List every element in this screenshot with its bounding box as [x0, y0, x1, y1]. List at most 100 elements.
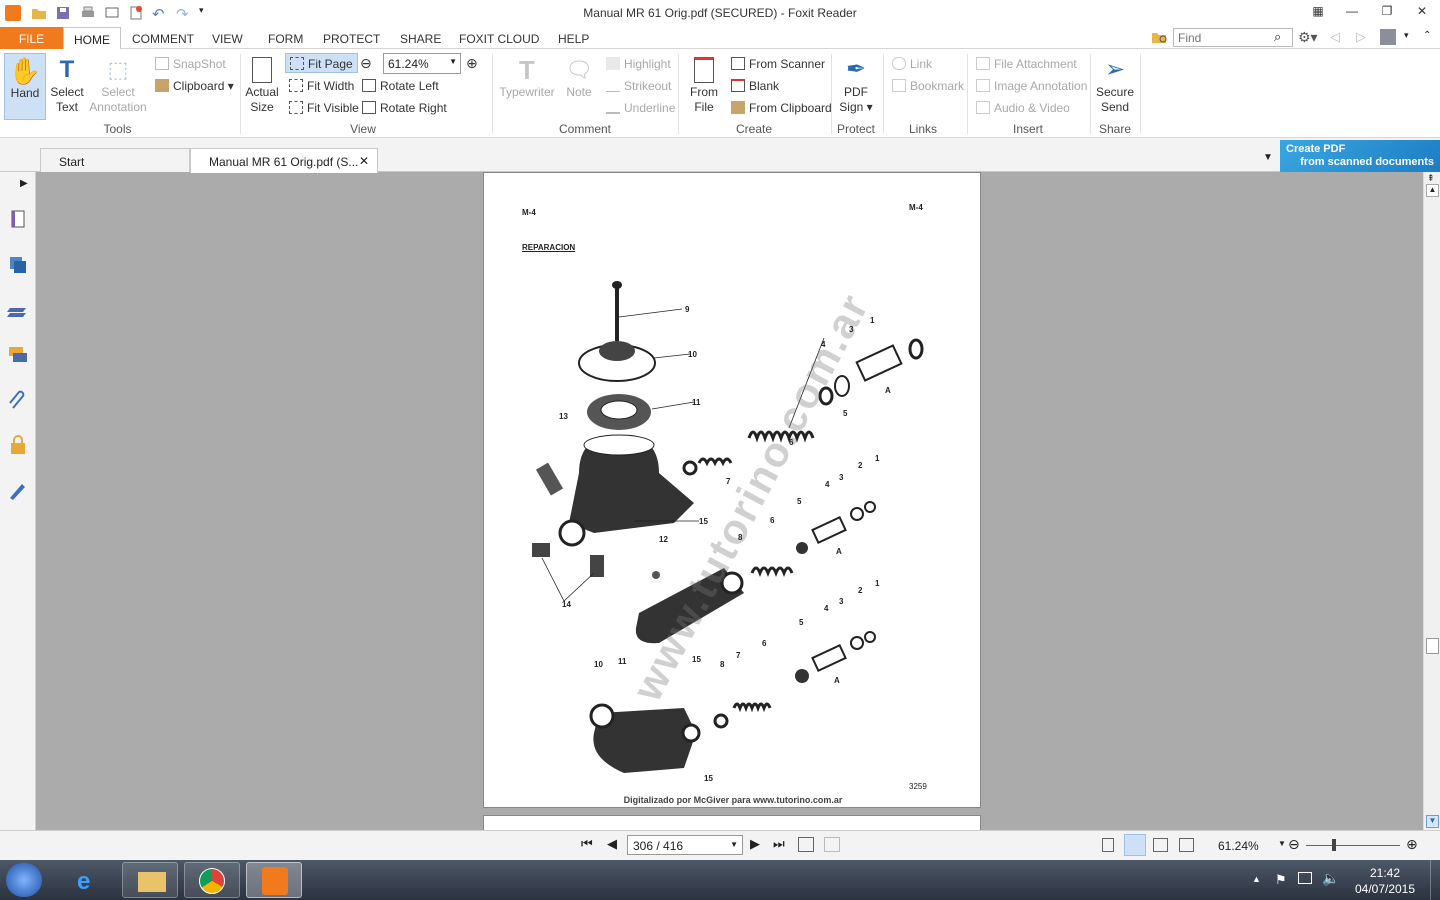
facing-page-icon[interactable]: [1153, 838, 1168, 852]
continuous-page-icon[interactable]: [1124, 834, 1146, 856]
volume-icon[interactable]: 🔈: [1322, 870, 1339, 887]
comments-panel-icon[interactable]: [7, 344, 29, 366]
scroll-down-icon[interactable]: ▼: [1426, 815, 1439, 828]
signature-panel-icon[interactable]: [7, 480, 29, 502]
from-scanner-button[interactable]: From Scanner: [731, 57, 825, 71]
status-zoom-value[interactable]: 61.24%: [1218, 839, 1259, 853]
from-clipboard-button[interactable]: From Clipboard: [731, 101, 832, 115]
audio-video-button[interactable]: Audio & Video: [976, 101, 1070, 115]
network-icon[interactable]: [1298, 872, 1312, 884]
close-tab-icon[interactable]: ✕: [359, 154, 369, 168]
secure-send-button[interactable]: ➢ Secure Send: [1094, 55, 1136, 115]
select-annotation-label-1: Select: [101, 85, 135, 99]
gear-icon[interactable]: ⚙▾: [1298, 29, 1318, 46]
note-button[interactable]: 🗨 Note: [562, 55, 596, 100]
typewriter-button[interactable]: T Typewriter: [498, 55, 556, 100]
actual-size-button[interactable]: Actual Size: [244, 55, 280, 115]
underline-button[interactable]: Underline: [606, 101, 675, 115]
file-attachment-button[interactable]: File Attachment: [976, 57, 1077, 71]
rotate-right-button[interactable]: Rotate Right: [362, 101, 447, 115]
pdf-sign-button[interactable]: ✒ PDF Sign ▾: [836, 55, 876, 115]
user-icon[interactable]: [1380, 29, 1396, 45]
fit-page-button[interactable]: Fit Page: [285, 53, 358, 73]
expand-panel-icon[interactable]: ▶: [20, 178, 42, 200]
attachments-panel-icon[interactable]: [7, 390, 29, 412]
taskbar-internet-explorer[interactable]: e: [62, 862, 118, 898]
status-zoom-out-icon[interactable]: ⊖: [1288, 836, 1300, 853]
single-page-icon[interactable]: [1102, 838, 1114, 852]
tab-share[interactable]: SHARE: [400, 32, 441, 46]
vertical-scrollbar[interactable]: ⇞ ▲ ▼: [1423, 172, 1440, 830]
next-view-icon[interactable]: [824, 837, 840, 852]
pdf-page[interactable]: M-4 M-4 REPARACION www.tutorino.com.ar 3…: [483, 172, 981, 808]
zoom-out-icon[interactable]: ⊖: [360, 55, 372, 72]
taskbar-file-explorer[interactable]: [122, 862, 178, 898]
scroll-thumb[interactable]: [1426, 638, 1439, 654]
tab-comment[interactable]: COMMENT: [132, 32, 194, 46]
bookmarks-panel-icon[interactable]: [7, 300, 29, 322]
zoom-dropdown-icon[interactable]: ▼: [1278, 839, 1286, 848]
previous-page-icon[interactable]: ◀: [607, 836, 617, 852]
next-page-icon[interactable]: ▶: [750, 836, 760, 852]
last-page-icon[interactable]: ⏭: [773, 836, 785, 852]
first-page-icon[interactable]: ⏮: [581, 836, 593, 852]
collapse-ribbon-icon[interactable]: ⌃: [1423, 30, 1431, 41]
zoom-in-icon[interactable]: ⊕: [466, 55, 478, 72]
show-desktop-button[interactable]: [1430, 860, 1440, 900]
highlight-button[interactable]: Highlight: [606, 57, 671, 71]
user-dropdown-icon[interactable]: ▾: [1404, 30, 1409, 41]
show-hidden-icons[interactable]: ▲: [1252, 874, 1261, 884]
document-tab[interactable]: Manual MR 61 Orig.pdf (S... ✕: [190, 148, 378, 173]
tab-protect[interactable]: PROTECT: [323, 32, 380, 46]
zoom-slider-track[interactable]: [1306, 845, 1400, 846]
select-text-button[interactable]: T Select Text: [48, 55, 86, 115]
forward-arrow-icon[interactable]: ▷: [1356, 29, 1366, 45]
system-clock[interactable]: 21:42 04/07/2015: [1350, 865, 1420, 897]
security-lock-icon[interactable]: [7, 434, 29, 456]
restore-button[interactable]: ❐: [1377, 4, 1397, 20]
taskbar-chrome[interactable]: [184, 862, 240, 898]
page-thumbnails-icon[interactable]: [7, 208, 29, 230]
start-button[interactable]: [6, 863, 42, 897]
search-icon[interactable]: ⌕: [1274, 29, 1281, 45]
blank-button[interactable]: Blank: [731, 79, 779, 93]
create-pdf-ad-banner[interactable]: Create PDF from scanned documents: [1280, 140, 1440, 172]
link-button[interactable]: Link: [892, 57, 932, 71]
tab-form[interactable]: FORM: [268, 32, 303, 46]
continuous-facing-icon[interactable]: [1179, 838, 1194, 852]
clipboard-button[interactable]: Clipboard ▾: [155, 79, 234, 93]
back-arrow-icon[interactable]: ◁: [1330, 29, 1340, 45]
tab-help[interactable]: HELP: [558, 32, 589, 46]
from-file-button[interactable]: From File: [686, 55, 722, 115]
layers-icon[interactable]: [7, 254, 29, 276]
bookmark-button[interactable]: Bookmark: [892, 79, 964, 93]
close-button[interactable]: ✕: [1412, 4, 1432, 20]
fit-width-button[interactable]: Fit Width: [289, 79, 354, 93]
hand-tool-button[interactable]: ✋ Hand: [4, 53, 46, 120]
tab-view[interactable]: VIEW: [212, 32, 243, 46]
strikeout-button[interactable]: Strikeout: [606, 79, 671, 93]
taskbar-foxit-reader[interactable]: [246, 862, 302, 898]
action-center-flag-icon[interactable]: ⚑: [1275, 872, 1287, 888]
tab-foxit-cloud[interactable]: FOXIT CLOUD: [459, 32, 539, 46]
scroll-top-icon[interactable]: ⇞: [1427, 173, 1435, 184]
previous-view-icon[interactable]: [798, 837, 814, 852]
scroll-up-icon[interactable]: ▲: [1426, 184, 1439, 197]
zoom-select[interactable]: 61.24% ▼: [383, 53, 461, 74]
rotate-left-button[interactable]: Rotate Left: [362, 79, 439, 93]
status-zoom-in-icon[interactable]: ⊕: [1406, 836, 1418, 853]
next-pdf-page[interactable]: [483, 815, 981, 830]
start-tab[interactable]: Start: [40, 148, 190, 172]
tab-home[interactable]: HOME: [63, 27, 121, 50]
image-annotation-button[interactable]: Image Annotation: [976, 79, 1087, 93]
select-annotation-button[interactable]: ⬚ Select Annotation: [89, 55, 147, 115]
tab-list-dropdown-icon[interactable]: ▼: [1263, 152, 1273, 163]
folder-search-icon[interactable]: [1151, 29, 1169, 45]
minimize-button[interactable]: —: [1342, 4, 1362, 20]
snapshot-button[interactable]: SnapShot: [155, 57, 226, 71]
zoom-slider-thumb[interactable]: [1332, 839, 1336, 851]
page-number-field[interactable]: 306 / 416 ▼: [627, 835, 743, 855]
ribbon-display-icon[interactable]: ▦: [1308, 4, 1328, 20]
fit-visible-button[interactable]: Fit Visible: [289, 101, 359, 115]
file-menu[interactable]: FILE: [0, 27, 63, 49]
